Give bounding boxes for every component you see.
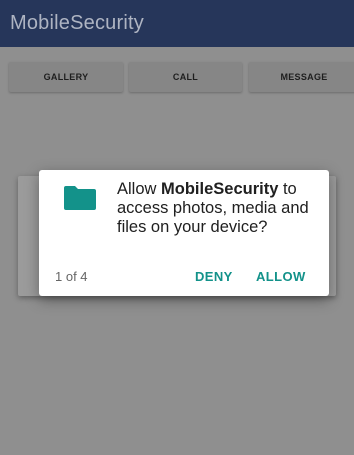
permission-counter: 1 of 4 (55, 269, 88, 284)
deny-button[interactable]: DENY (195, 269, 233, 284)
app-name: MobileSecurity (161, 180, 279, 198)
app-title: MobileSecurity (10, 12, 144, 34)
message-button[interactable]: MESSAGE (249, 62, 354, 92)
call-button[interactable]: CALL (129, 62, 242, 92)
gallery-button[interactable]: GALLERY (9, 62, 123, 92)
permission-dialog: Allow MobileSecurity to access photos, m… (39, 170, 329, 296)
message-prefix: Allow (117, 180, 162, 198)
app-bar: MobileSecurity (0, 0, 354, 47)
folder-icon (64, 186, 96, 210)
permission-message: Allow MobileSecurity to access photos, m… (117, 180, 317, 237)
allow-button[interactable]: ALLOW (256, 269, 306, 284)
app-screen: MobileSecurity GALLERY CALL MESSAGE Allo… (0, 0, 354, 455)
action-button-row: GALLERY CALL MESSAGE (0, 62, 354, 92)
